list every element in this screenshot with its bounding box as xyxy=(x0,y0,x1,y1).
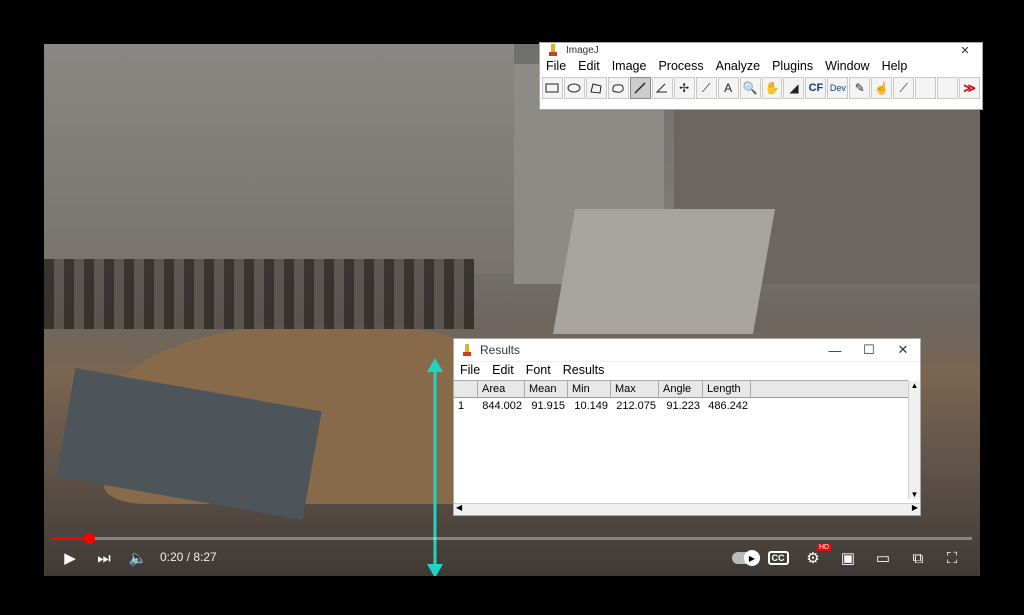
results-logo-icon xyxy=(460,343,474,357)
column-header[interactable]: Min xyxy=(568,381,611,397)
progress-bar[interactable] xyxy=(52,533,972,544)
imagej-logo-icon xyxy=(546,43,560,57)
cf-tool-icon[interactable]: CF xyxy=(805,77,827,99)
column-header[interactable]: Length xyxy=(703,381,751,397)
table-cell: 91.223 xyxy=(666,400,700,412)
straight-line-tool-icon[interactable] xyxy=(629,77,651,99)
results-table[interactable]: Area Mean Min Max Angle Length 1 844.002… xyxy=(454,380,920,499)
autoplay-knob-icon: ▶ xyxy=(744,550,760,566)
minimize-icon[interactable]: — xyxy=(818,343,852,358)
results-menu-font[interactable]: Font xyxy=(520,363,557,377)
text-tool-icon[interactable]: A xyxy=(717,77,739,99)
results-title-bar[interactable]: Results — ☐ ✕ xyxy=(454,339,920,362)
theater-mode-icon[interactable]: ▭ xyxy=(871,546,895,570)
progress-scrubber[interactable] xyxy=(83,533,95,544)
magnifier-tool-icon[interactable]: 🔍 xyxy=(739,77,761,99)
maximize-icon[interactable]: ☐ xyxy=(852,342,886,358)
point-tool-icon[interactable]: ✢ xyxy=(673,77,695,99)
empty-slot-icon[interactable] xyxy=(915,77,937,99)
column-header[interactable]: Area xyxy=(478,381,525,397)
measurement-line[interactable] xyxy=(424,358,446,576)
menu-plugins[interactable]: Plugins xyxy=(766,59,819,73)
imagej-title-bar[interactable]: ImageJ ✕ xyxy=(540,43,982,57)
table-cell: 486.242 xyxy=(708,400,748,412)
imagej-menu-bar: File Edit Image Process Analyze Plugins … xyxy=(540,57,982,75)
scroll-down-icon[interactable]: ▼ xyxy=(909,490,920,499)
angle-tool-icon[interactable] xyxy=(651,77,673,99)
imagej-toolbar: ✢ ⟋ A 🔍 ✋ ◢ CF Dev ✎ ☝ ⟋ ≫ xyxy=(540,75,982,101)
rectangle-tool-icon[interactable] xyxy=(542,77,563,99)
scroll-right-icon[interactable]: ▶ xyxy=(912,503,918,512)
freehand-tool-icon[interactable] xyxy=(607,77,629,99)
table-cell: 91.915 xyxy=(531,400,565,412)
menu-file[interactable]: File xyxy=(540,59,572,73)
timecode: 0:20 / 8:27 xyxy=(160,550,217,564)
concrete-slab xyxy=(552,209,776,334)
polygon-tool-icon[interactable] xyxy=(585,77,607,99)
scroll-up-icon[interactable]: ▲ xyxy=(909,381,920,390)
crowd xyxy=(44,259,474,329)
hd-badge: HD xyxy=(817,544,832,551)
arrow-down-icon xyxy=(427,564,443,576)
horizontal-scrollbar[interactable]: ◀ ▶ xyxy=(454,503,920,515)
arrow-up-icon xyxy=(427,358,443,372)
oval-tool-icon[interactable] xyxy=(563,77,585,99)
building-left xyxy=(44,44,514,274)
results-menu-bar: File Edit Font Results xyxy=(454,362,920,378)
volume-icon[interactable]: 🔈 xyxy=(126,546,150,570)
results-table-header: Area Mean Min Max Angle Length xyxy=(454,381,908,398)
column-header[interactable]: Mean xyxy=(525,381,568,397)
dropper-tool-icon[interactable]: ◢ xyxy=(783,77,805,99)
results-window[interactable]: Results — ☐ ✕ File Edit Font Results Are… xyxy=(453,338,921,516)
column-header[interactable] xyxy=(454,381,478,397)
more-tools-icon[interactable]: ≫ xyxy=(959,77,981,99)
column-header[interactable]: Angle xyxy=(659,381,703,397)
close-icon[interactable]: ✕ xyxy=(948,44,982,57)
menu-process[interactable]: Process xyxy=(652,59,709,73)
results-title: Results xyxy=(480,343,521,357)
menu-edit[interactable]: Edit xyxy=(572,59,606,73)
results-menu-results[interactable]: Results xyxy=(557,363,611,377)
fullscreen-icon[interactable]: ⛶ xyxy=(940,546,964,570)
miniplayer-icon[interactable]: ▣ xyxy=(836,546,860,570)
imagej-title: ImageJ xyxy=(566,44,599,56)
close-icon[interactable]: ✕ xyxy=(886,342,920,358)
wand-tool-icon[interactable]: ⟋ xyxy=(695,77,717,99)
hand-tool-2-icon[interactable]: ☝ xyxy=(871,77,893,99)
table-cell: 844.002 xyxy=(482,400,522,412)
imagej-window[interactable]: ImageJ ✕ File Edit Image Process Analyze… xyxy=(539,42,983,110)
table-cell: 212.075 xyxy=(616,400,656,412)
menu-help[interactable]: Help xyxy=(876,59,914,73)
menu-window[interactable]: Window xyxy=(819,59,875,73)
table-cell: 10.149 xyxy=(574,400,608,412)
brush-tool-icon[interactable]: ✎ xyxy=(849,77,871,99)
vertical-scrollbar[interactable]: ▲ ▼ xyxy=(908,381,920,499)
autoplay-toggle[interactable]: ▶ xyxy=(730,546,760,570)
cast-icon[interactable]: ⧉ xyxy=(906,546,930,570)
menu-image[interactable]: Image xyxy=(606,59,653,73)
cc-button[interactable]: CC xyxy=(766,546,790,570)
dev-tool-icon[interactable]: Dev xyxy=(827,77,849,99)
menu-analyze[interactable]: Analyze xyxy=(710,59,766,73)
column-header[interactable]: Max xyxy=(611,381,659,397)
play-icon[interactable]: ▶ xyxy=(58,546,82,570)
table-cell: 1 xyxy=(458,400,465,412)
autoplay-track-icon: ▶ xyxy=(732,550,760,566)
empty-slot-icon[interactable] xyxy=(937,77,959,99)
results-menu-file[interactable]: File xyxy=(454,363,486,377)
cc-label: CC xyxy=(767,551,789,565)
next-icon[interactable]: ⏭ xyxy=(92,546,116,570)
pipette-tool-icon[interactable]: ⟋ xyxy=(893,77,915,99)
hand-tool-icon[interactable]: ✋ xyxy=(761,77,783,99)
table-row[interactable]: 1 844.002 91.915 10.149 212.075 91.223 4… xyxy=(454,398,908,414)
results-menu-edit[interactable]: Edit xyxy=(486,363,520,377)
scroll-left-icon[interactable]: ◀ xyxy=(456,503,462,512)
